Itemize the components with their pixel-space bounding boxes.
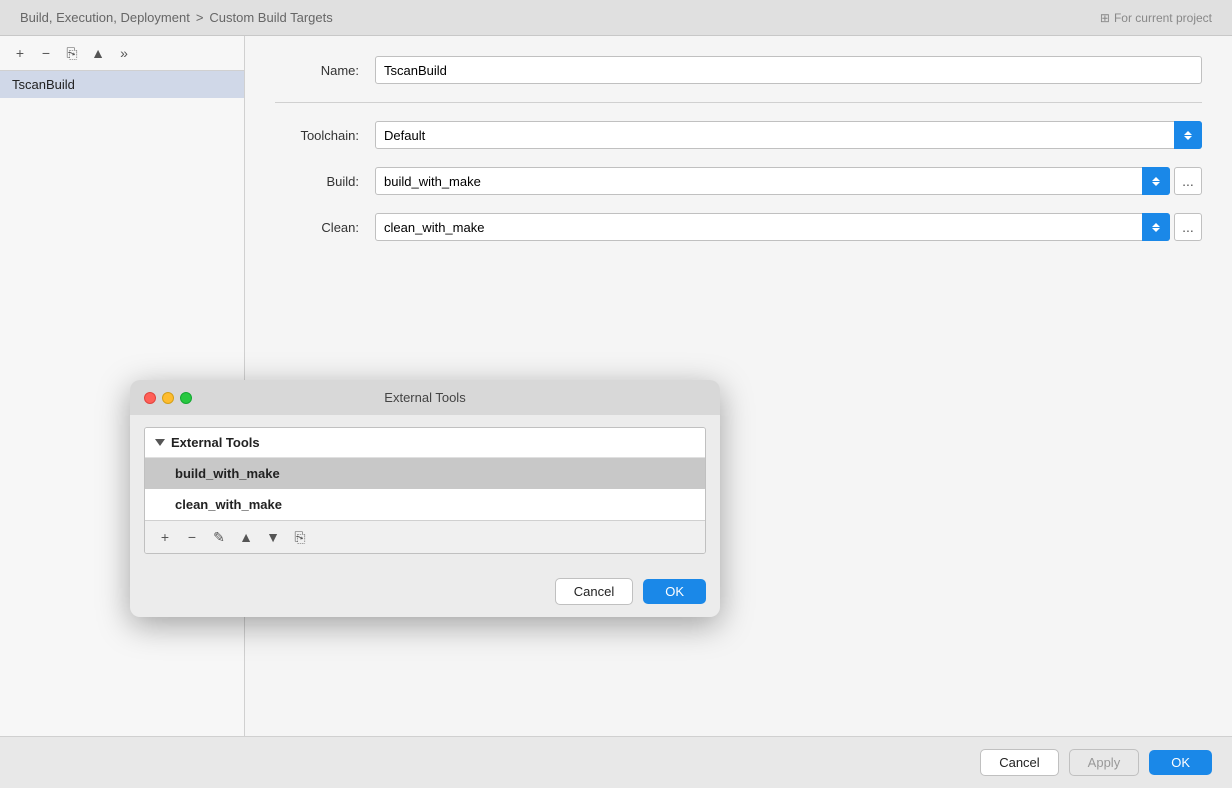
form-divider: [275, 102, 1202, 103]
bottom-bar: Cancel Apply OK: [0, 736, 1232, 788]
header-right: ⊞ For current project: [1100, 11, 1212, 25]
plus-icon: +: [16, 45, 24, 61]
breadcrumb-parent: Build, Execution, Deployment: [20, 10, 190, 25]
arrow-up-icon: [1152, 223, 1160, 227]
name-row: Name:: [275, 56, 1202, 84]
sidebar-copy-button[interactable]: ⎘: [60, 42, 84, 64]
clean-input[interactable]: [375, 213, 1170, 241]
tree-group-header[interactable]: External Tools: [145, 428, 705, 458]
toolchain-spinner-button[interactable]: [1174, 121, 1202, 149]
external-tools-modal: External Tools External Tools build_with…: [130, 380, 720, 617]
cancel-button[interactable]: Cancel: [980, 749, 1058, 776]
modal-toolbar: + − ✎ ▲ ▼ ⎘: [145, 520, 705, 553]
sidebar-item-tscanbuild[interactable]: TscanBuild: [0, 71, 244, 98]
copy-icon: ⎘: [66, 45, 77, 62]
edit-icon: ✎: [213, 529, 225, 546]
build-spinner-button[interactable]: [1142, 167, 1170, 195]
modal-remove-button[interactable]: −: [180, 526, 204, 548]
clean-field-wrapper: ...: [375, 213, 1202, 241]
clean-dots-button[interactable]: ...: [1174, 213, 1202, 241]
arrow-down-icon: [1152, 228, 1160, 232]
header-bar: Build, Execution, Deployment > Custom Bu…: [0, 0, 1232, 36]
minus-icon: −: [188, 529, 196, 545]
breadcrumb-current: Custom Build Targets: [209, 10, 332, 25]
toolchain-select-wrapper: [375, 121, 1202, 149]
modal-body: External Tools build_with_make clean_wit…: [130, 415, 720, 566]
up-arrow-icon: ▲: [91, 45, 105, 61]
modal-cancel-button[interactable]: Cancel: [555, 578, 633, 605]
apply-button[interactable]: Apply: [1069, 749, 1140, 776]
build-field-wrapper: ...: [375, 167, 1202, 195]
arrow-up-icon: [1152, 177, 1160, 181]
page-icon: ⊞: [1100, 11, 1110, 25]
breadcrumb-separator: >: [196, 10, 204, 25]
minus-icon: −: [42, 45, 50, 61]
close-window-button[interactable]: [144, 392, 156, 404]
sidebar-add-button[interactable]: +: [8, 42, 32, 64]
clean-select-wrapper: [375, 213, 1170, 241]
clean-row: Clean: ...: [275, 213, 1202, 241]
copy-icon: ⎘: [294, 529, 305, 546]
clean-spinner-button[interactable]: [1142, 213, 1170, 241]
modal-copy-button[interactable]: ⎘: [288, 526, 312, 548]
tree-panel: External Tools build_with_make clean_wit…: [144, 427, 706, 554]
modal-titlebar: External Tools: [130, 380, 720, 415]
modal-up-button[interactable]: ▲: [234, 526, 258, 548]
arrow-up-icon: [1184, 131, 1192, 135]
modal-edit-button[interactable]: ✎: [207, 526, 231, 548]
sidebar-remove-button[interactable]: −: [34, 42, 58, 64]
minimize-window-button[interactable]: [162, 392, 174, 404]
toolchain-input[interactable]: [375, 121, 1202, 149]
modal-add-button[interactable]: +: [153, 526, 177, 548]
build-select-wrapper: [375, 167, 1170, 195]
toolchain-row: Toolchain:: [275, 121, 1202, 149]
arrow-down-icon: [1184, 136, 1192, 140]
maximize-window-button[interactable]: [180, 392, 192, 404]
toolchain-label: Toolchain:: [275, 128, 375, 143]
build-input[interactable]: [375, 167, 1170, 195]
tree-group-label: External Tools: [171, 435, 260, 450]
sidebar-toolbar: + − ⎘ ▲ »: [0, 36, 244, 71]
dots-icon: ...: [1182, 173, 1194, 189]
modal-title: External Tools: [144, 390, 706, 405]
plus-icon: +: [161, 529, 169, 545]
tree-item-build-with-make[interactable]: build_with_make: [145, 458, 705, 489]
build-dots-button[interactable]: ...: [1174, 167, 1202, 195]
ok-button[interactable]: OK: [1149, 750, 1212, 775]
down-icon: ▼: [266, 529, 280, 545]
traffic-lights: [144, 392, 192, 404]
chevron-down-icon: [155, 439, 165, 446]
build-label: Build:: [275, 174, 375, 189]
name-input[interactable]: [375, 56, 1202, 84]
build-row: Build: ...: [275, 167, 1202, 195]
clean-label: Clean:: [275, 220, 375, 235]
for-current-project-label: For current project: [1114, 11, 1212, 25]
sidebar-up-button[interactable]: ▲: [86, 42, 110, 64]
sidebar-more-button[interactable]: »: [112, 42, 136, 64]
modal-ok-button[interactable]: OK: [643, 579, 706, 604]
more-icon: »: [120, 45, 128, 61]
dots-icon: ...: [1182, 219, 1194, 235]
arrow-down-icon: [1152, 182, 1160, 186]
name-label: Name:: [275, 63, 375, 78]
modal-footer: Cancel OK: [130, 566, 720, 617]
up-icon: ▲: [239, 529, 253, 545]
tree-item-clean-with-make[interactable]: clean_with_make: [145, 489, 705, 520]
modal-down-button[interactable]: ▼: [261, 526, 285, 548]
